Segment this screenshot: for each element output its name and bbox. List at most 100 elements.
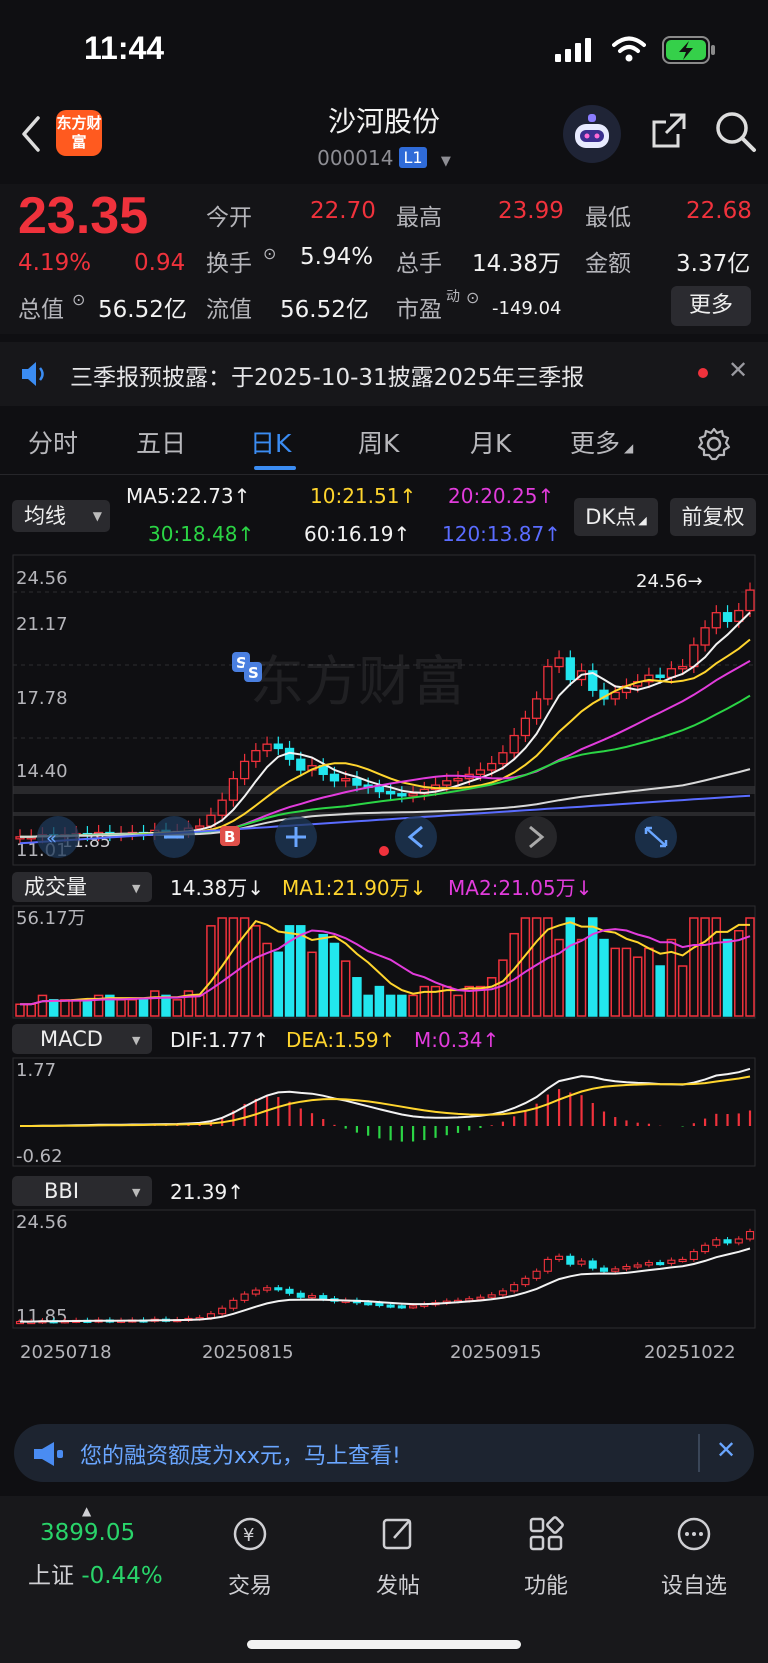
svg-text:▼: ▼ xyxy=(132,882,141,895)
volume-bar xyxy=(677,965,688,1017)
candle-body xyxy=(397,1305,406,1309)
close-icon[interactable]: ✕ xyxy=(716,1436,736,1464)
date-label: 20250718 xyxy=(20,1342,112,1363)
volume-bar xyxy=(60,999,70,1017)
turnover-value: 5.94% xyxy=(300,244,374,270)
tab-more[interactable]: 更多 ◢ xyxy=(570,424,633,460)
info-icon[interactable]: ⊙ xyxy=(72,290,85,309)
zoom-out-button[interactable]: « xyxy=(37,816,79,858)
robot-assistant-icon[interactable] xyxy=(562,104,622,164)
volume-bar xyxy=(621,947,632,1017)
dk-point-button[interactable]: DK点 ◢ xyxy=(574,498,658,536)
info-icon[interactable]: ⊙ xyxy=(466,288,479,307)
search-icon[interactable] xyxy=(714,110,758,154)
volume-bar xyxy=(520,917,531,1017)
candle-body xyxy=(521,1277,530,1286)
macd-line xyxy=(20,1075,751,1127)
macd-selector[interactable]: MACD ▼ xyxy=(12,1024,152,1054)
adjust-button[interactable]: 前复权 xyxy=(670,498,756,536)
home-indicator xyxy=(247,1640,521,1649)
candle-body xyxy=(599,1267,609,1272)
svg-text:MACD: MACD xyxy=(40,1027,103,1051)
candle-body xyxy=(239,760,250,780)
volume-bar xyxy=(453,994,463,1017)
candle-body xyxy=(341,777,351,782)
tab-add-watchlist[interactable]: 设自选 xyxy=(634,1514,754,1600)
volume-bar xyxy=(37,994,48,1017)
candle-body xyxy=(385,790,396,795)
low-label: 最低 xyxy=(585,205,631,231)
candle-body xyxy=(476,1296,485,1300)
macd-axis-top: 1.77 xyxy=(16,1060,56,1081)
info-icon[interactable]: ⊙ xyxy=(263,244,276,263)
kline-chart-area[interactable]: 东方财富 24.56 21.17 17.78 14.40 11.01 24.56… xyxy=(0,550,768,1380)
tab-weekly-k[interactable]: 周K xyxy=(358,424,399,460)
ma-selector[interactable]: 均线 ▼ xyxy=(12,500,110,532)
fullscreen-button[interactable] xyxy=(635,816,677,858)
scroll-left-button[interactable] xyxy=(395,816,437,858)
tab-post[interactable]: 发帖 xyxy=(338,1514,458,1600)
price-axis-tick: 17.78 xyxy=(16,688,68,709)
candle-body xyxy=(532,1270,541,1279)
zoom-minus-button[interactable] xyxy=(153,816,195,858)
kline-chart-svg[interactable]: 东方财富 24.56 21.17 17.78 14.40 11.01 24.56… xyxy=(0,550,768,1380)
candle-body xyxy=(453,777,463,782)
volume-bar xyxy=(374,985,385,1017)
candle-body xyxy=(487,762,497,771)
tab-monthly-k[interactable]: 月K xyxy=(470,424,511,460)
close-icon[interactable]: ✕ xyxy=(728,356,748,384)
candle-body xyxy=(588,1260,597,1269)
volume-bar xyxy=(655,965,665,1017)
candle-body xyxy=(217,799,227,816)
volume-current: 14.38万↓ xyxy=(170,876,264,900)
zoom-plus-button[interactable] xyxy=(275,816,317,858)
share-icon[interactable] xyxy=(648,110,690,152)
notice-banner[interactable]: 三季报预披露：于2025-10-31披露2025年三季报 ✕ xyxy=(0,342,768,406)
candle-body xyxy=(745,589,755,612)
promo-text: 您的融资额度为xx元，马上查看! xyxy=(80,1444,401,1469)
buy-signal-letter: B xyxy=(224,828,235,846)
candle-body xyxy=(240,1293,249,1301)
settings-gear-icon[interactable] xyxy=(696,426,732,462)
index-name: 上证 xyxy=(28,1563,74,1589)
volume-bar xyxy=(329,942,340,1017)
expand-up-icon[interactable]: ▲ xyxy=(82,1504,91,1518)
more-button[interactable]: 更多 xyxy=(671,286,751,326)
volume-selector[interactable]: 成交量 ▼ xyxy=(12,872,152,902)
candle-body xyxy=(274,1287,283,1291)
volume-bar xyxy=(15,1003,25,1017)
tab-five-day[interactable]: 五日 xyxy=(136,424,186,460)
tab-intraday[interactable]: 分时 xyxy=(28,424,78,460)
margin-promo-banner[interactable]: 您的融资额度为xx元，马上查看! ✕ xyxy=(14,1424,754,1482)
candle-body xyxy=(375,1302,384,1307)
signal-icon xyxy=(555,38,591,62)
pe-value: -149.04 xyxy=(492,298,562,319)
svg-text:成交量: 成交量 xyxy=(24,875,87,899)
pe-label: 市盈 xyxy=(396,297,442,323)
candle-body xyxy=(701,1244,710,1253)
bbi-panel-frame xyxy=(12,1209,756,1329)
quote-panel: 23.35 4.19% 0.94 今开 22.70 最高 23.99 最低 22… xyxy=(0,184,768,334)
volume-bar xyxy=(251,925,261,1017)
volume-bar xyxy=(408,994,418,1017)
index-value[interactable]: 3899.05 xyxy=(40,1520,135,1546)
bbi-line xyxy=(20,1247,751,1323)
candle-body xyxy=(722,612,733,622)
bbi-selector[interactable]: BBI ▼ xyxy=(12,1176,152,1206)
candle-body xyxy=(510,1284,519,1292)
candle-body xyxy=(712,1239,721,1246)
date-label: 20251022 xyxy=(644,1342,736,1363)
change-amount: 0.94 xyxy=(134,250,186,276)
volume-bar xyxy=(273,951,284,1017)
level-badge: L1 xyxy=(399,147,427,168)
index-change-row[interactable]: 上证 -0.44% xyxy=(28,1556,163,1590)
tab-trade[interactable]: ¥ 交易 xyxy=(190,1514,310,1600)
tabs-divider xyxy=(0,474,768,475)
candle-body xyxy=(195,825,205,829)
scroll-right-button[interactable] xyxy=(515,816,557,858)
tab-functions[interactable]: 功能 xyxy=(486,1514,606,1600)
candle-body xyxy=(577,1260,586,1265)
grid-icon xyxy=(529,1516,564,1551)
tab-daily-k[interactable]: 日K xyxy=(250,424,291,460)
candle-body xyxy=(633,1264,642,1268)
